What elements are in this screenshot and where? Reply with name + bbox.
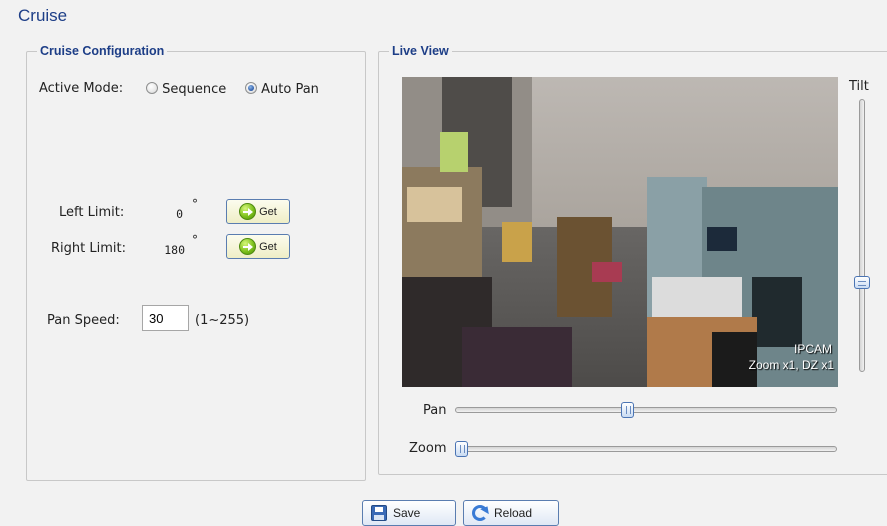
right-limit-label: Right Limit: <box>51 241 126 256</box>
left-limit-degree-symbol: ° <box>192 197 198 211</box>
auto-pan-radio[interactable] <box>245 82 257 94</box>
floppy-disk-icon <box>371 505 387 521</box>
tilt-slider-track[interactable] <box>859 99 865 372</box>
cruise-configuration-panel: Cruise Configuration <box>26 44 366 481</box>
pan-speed-label: Pan Speed: <box>47 313 120 328</box>
zoom-slider-track[interactable] <box>455 446 837 452</box>
pan-slider-track[interactable] <box>455 407 837 413</box>
left-limit-value: 0 <box>176 207 183 221</box>
cruise-configuration-legend: Cruise Configuration <box>40 44 165 58</box>
pan-slider-thumb[interactable] <box>621 402 635 418</box>
right-limit-degree-symbol: ° <box>192 233 198 247</box>
zoom-label: Zoom <box>409 441 447 456</box>
camera-name-overlay: IPCAM <box>793 342 832 356</box>
page-title: Cruise <box>18 6 68 25</box>
play-arrow-icon <box>239 203 257 220</box>
right-limit-value: 180 <box>164 243 185 257</box>
pan-speed-range: (1~255) <box>195 313 250 328</box>
sequence-radio-option[interactable]: Sequence <box>146 82 226 97</box>
auto-pan-radio-option[interactable]: Auto Pan <box>245 82 319 97</box>
right-limit-get-label: Get <box>259 240 277 253</box>
active-mode-label: Active Mode: <box>39 81 124 96</box>
refresh-icon <box>472 505 488 521</box>
live-view-legend: Live View <box>392 44 449 58</box>
sequence-radio-label: Sequence <box>162 82 227 97</box>
save-button-label: Save <box>393 506 421 520</box>
left-limit-get-button[interactable]: Get <box>226 199 290 224</box>
zoom-overlay: Zoom x1, DZ x1 <box>748 358 834 372</box>
tilt-slider-thumb[interactable] <box>854 275 870 289</box>
left-limit-get-label: Get <box>259 205 277 218</box>
sequence-radio[interactable] <box>146 82 158 94</box>
pan-speed-input[interactable] <box>142 305 189 331</box>
left-limit-label: Left Limit: <box>59 205 125 220</box>
live-camera-view[interactable]: IPCAM Zoom x1, DZ x1 <box>402 77 838 387</box>
zoom-slider-thumb[interactable] <box>455 441 468 457</box>
reload-button-label: Reload <box>494 506 533 520</box>
save-button[interactable]: Save <box>362 500 456 526</box>
tilt-label: Tilt <box>849 79 869 94</box>
pan-label: Pan <box>423 403 447 418</box>
auto-pan-radio-label: Auto Pan <box>261 82 319 97</box>
play-arrow-icon <box>239 238 257 255</box>
reload-button[interactable]: Reload <box>463 500 559 526</box>
right-limit-get-button[interactable]: Get <box>226 234 290 259</box>
